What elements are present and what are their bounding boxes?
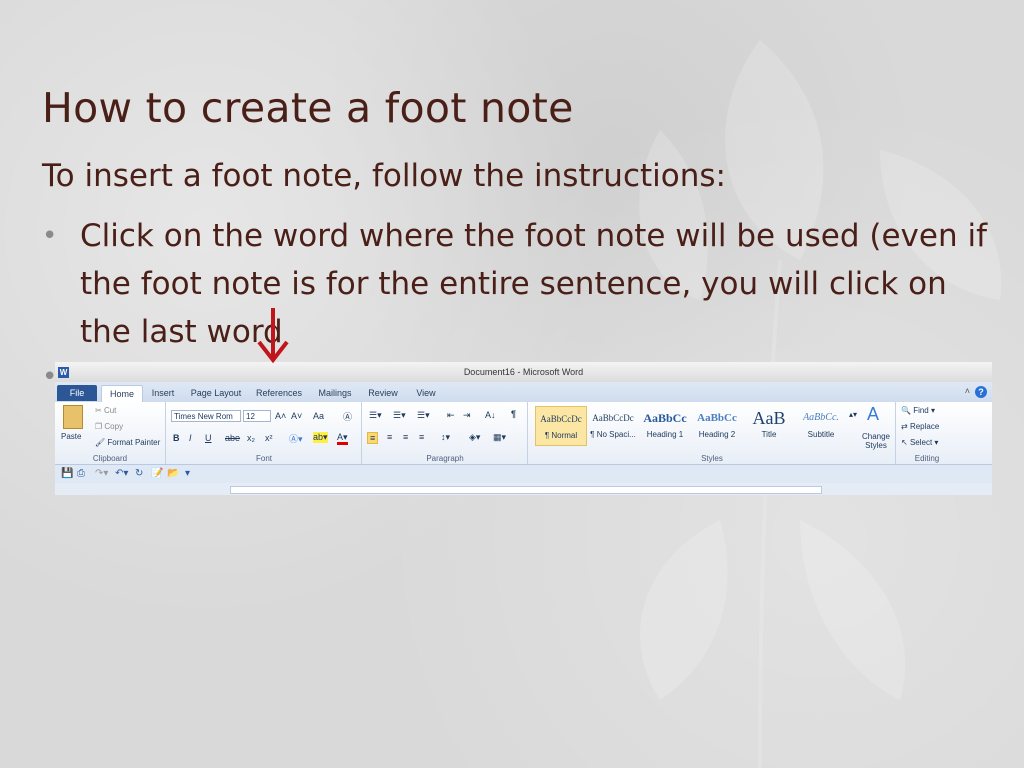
styles-scroll-icon[interactable]: ▴▾ <box>849 410 857 419</box>
tab-insert[interactable]: Insert <box>147 385 179 401</box>
style-heading-2[interactable]: AaBbCc Heading 2 <box>691 406 743 446</box>
title-bar: W Document16 - Microsoft Word <box>55 362 992 382</box>
editing-label: Editing <box>914 454 940 463</box>
bullet-text: Click on the word where the foot note wi… <box>80 218 987 350</box>
customize-qat-icon[interactable]: ▾ <box>185 468 190 479</box>
copy-icon: ❐ <box>95 422 105 431</box>
help-icon[interactable]: ? <box>975 386 987 398</box>
style-heading-1[interactable]: AaBbCc Heading 1 <box>639 406 691 446</box>
ruler[interactable] <box>55 483 992 495</box>
justify-icon[interactable]: ≡ <box>419 432 424 442</box>
line-spacing-icon[interactable]: ↕▾ <box>441 432 450 443</box>
print-preview-icon[interactable]: ⎙ <box>77 468 85 479</box>
ribbon-home: Paste ✂ Cut ❐ Copy 🖌 Format Painter Clip… <box>55 402 992 465</box>
styles-group: AaBbCcDc ¶ Normal AaBbCcDc ¶ No Spaci...… <box>529 402 896 464</box>
clear-formatting-icon[interactable]: Ⓐ <box>343 410 352 423</box>
intro-text: To insert a foot note, follow the instru… <box>42 158 726 194</box>
change-styles-button[interactable]: Change Styles <box>859 432 893 450</box>
font-label: Font <box>255 454 272 463</box>
grow-font-button[interactable]: A˄ <box>275 411 286 421</box>
strikethrough-button[interactable]: abe <box>225 433 240 443</box>
font-group: Times New Rom 12 A˄ A˅ Aa Ⓐ B I U abe x₂… <box>167 402 362 464</box>
highlight-icon[interactable]: ab▾ <box>313 432 328 443</box>
superscript-button[interactable]: x² <box>265 433 273 443</box>
tab-view[interactable]: View <box>409 385 443 401</box>
format-painter-button[interactable]: 🖌 Format Painter <box>95 438 160 447</box>
align-left-icon[interactable]: ≡ <box>367 432 379 444</box>
down-arrow-icon <box>257 308 289 364</box>
slide-title: How to create a foot note <box>42 84 574 132</box>
paste-button[interactable]: Paste <box>61 432 81 441</box>
show-hide-button[interactable]: ¶ <box>511 409 516 419</box>
open-icon[interactable]: 📂 <box>167 468 179 479</box>
cut-button[interactable]: ✂ Cut <box>95 406 116 415</box>
save-icon[interactable]: 💾 <box>61 468 73 479</box>
clipboard-label: Clipboard <box>92 454 128 463</box>
bold-button[interactable]: B <box>173 433 180 443</box>
new-document-icon[interactable]: 📝 <box>151 468 163 479</box>
shading-icon[interactable]: ◈▾ <box>469 432 480 443</box>
editing-group: 🔍 Find ▾ ⇄ Replace ↖ Select ▾ Editing <box>897 402 957 464</box>
collapse-ribbon-icon[interactable]: ˄ <box>965 386 970 396</box>
underline-button[interactable]: U <box>205 433 212 443</box>
window-title: Document16 - Microsoft Word <box>463 367 584 377</box>
italic-button[interactable]: I <box>189 433 192 443</box>
copy-button[interactable]: ❐ Copy <box>95 422 123 431</box>
redo-disabled-icon: ↷▾ <box>95 468 109 479</box>
multilevel-list-icon[interactable]: ☰▾ <box>417 410 430 421</box>
font-name-box[interactable]: Times New Rom <box>171 410 241 422</box>
ruler-bar <box>230 486 822 494</box>
borders-icon[interactable]: ▦▾ <box>493 432 506 443</box>
replace-button[interactable]: ⇄ Replace <box>901 422 939 431</box>
tab-review[interactable]: Review <box>363 385 403 401</box>
bullet-marker: • <box>42 221 58 251</box>
select-button[interactable]: ↖ Select ▾ <box>901 438 938 447</box>
sort-icon[interactable]: A↓ <box>485 410 496 420</box>
shrink-font-button[interactable]: A˅ <box>291 411 302 421</box>
bullet-item: • Click on the word where the foot note … <box>42 212 1002 356</box>
quick-access-toolbar: 💾 ⎙ ↷▾ ↶▾ ↻ 📝 📂 ▾ <box>55 465 992 483</box>
numbering-icon[interactable]: ☰▾ <box>393 410 406 421</box>
style-no-spacing[interactable]: AaBbCcDc ¶ No Spaci... <box>587 406 639 446</box>
paragraph-group: ☰▾ ☰▾ ☰▾ ⇤ ⇥ A↓ ¶ ≡ ≡ ≡ ≡ ↕▾ ◈▾ ▦▾ Parag… <box>363 402 528 464</box>
change-case-button[interactable]: Aa <box>313 411 324 421</box>
tab-mailings[interactable]: Mailings <box>313 385 357 401</box>
word-ribbon-screenshot: W Document16 - Microsoft Word File Home … <box>55 362 992 495</box>
styles-label: Styles <box>701 454 723 463</box>
tab-file[interactable]: File <box>57 385 97 401</box>
find-button[interactable]: 🔍 Find ▾ <box>901 406 935 415</box>
align-right-icon[interactable]: ≡ <box>403 432 408 442</box>
tab-home[interactable]: Home <box>101 385 143 402</box>
tab-references[interactable]: References <box>251 385 307 401</box>
paste-icon[interactable] <box>63 405 83 429</box>
cursor-icon: ↖ <box>901 438 910 447</box>
text-effects-icon[interactable]: Ⓐ▾ <box>289 432 303 445</box>
font-color-icon[interactable]: A▾ <box>337 432 348 445</box>
paragraph-label: Paragraph <box>426 454 464 463</box>
replace-icon: ⇄ <box>901 422 910 431</box>
brush-icon: 🖌 <box>95 438 108 447</box>
align-center-icon[interactable]: ≡ <box>387 432 392 442</box>
repeat-icon[interactable]: ↻ <box>135 468 143 479</box>
style-subtitle[interactable]: AaBbCc. Subtitle <box>795 406 847 446</box>
ribbon-tabs: File Home Insert Page Layout References … <box>55 382 992 402</box>
bullets-icon[interactable]: ☰▾ <box>369 410 382 421</box>
style-title[interactable]: AaB Title <box>743 406 795 446</box>
decrease-indent-icon[interactable]: ⇤ <box>447 410 455 421</box>
scissors-icon: ✂ <box>95 406 104 415</box>
tab-page-layout[interactable]: Page Layout <box>187 385 245 401</box>
style-normal[interactable]: AaBbCcDc ¶ Normal <box>535 406 587 446</box>
subscript-button[interactable]: x₂ <box>247 433 255 443</box>
change-styles-icon[interactable]: A <box>867 404 879 425</box>
font-size-box[interactable]: 12 <box>243 410 271 422</box>
increase-indent-icon[interactable]: ⇥ <box>463 410 471 421</box>
binoculars-icon: 🔍 <box>901 406 914 415</box>
undo-icon[interactable]: ↶▾ <box>115 468 128 479</box>
clipboard-group: Paste ✂ Cut ❐ Copy 🖌 Format Painter Clip… <box>55 402 166 464</box>
